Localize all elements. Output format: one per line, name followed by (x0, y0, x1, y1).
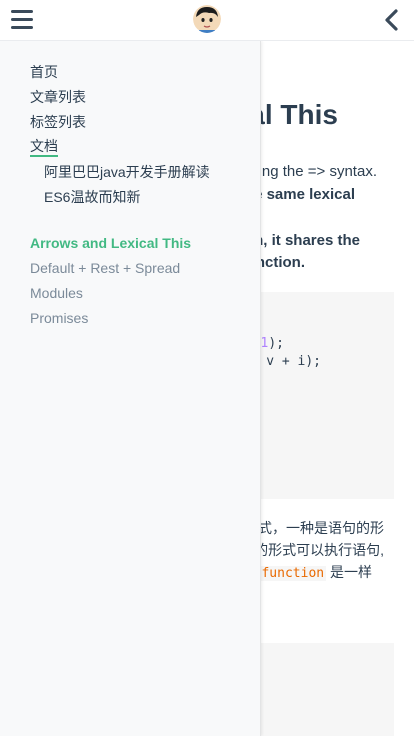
avatar-icon (193, 5, 221, 33)
sidebar-item-articles[interactable]: 文章列表 (30, 87, 210, 112)
paragraph-text-tail: 是一样 (326, 564, 372, 580)
toc-item-arrows[interactable]: Arrows and Lexical This (30, 233, 191, 258)
top-navbar (0, 0, 414, 41)
code-text: ); (268, 336, 284, 351)
hamburger-icon (11, 10, 33, 13)
hamburger-icon (11, 18, 33, 21)
toc-item-default-rest-spread[interactable]: Default + Rest + Spread (30, 258, 191, 283)
sidebar-item-home[interactable]: 首页 (30, 62, 210, 87)
sidebar-subitem-java-manual[interactable]: 阿里巴巴java开发手册解读 (30, 162, 210, 187)
chevron-left-icon (385, 9, 398, 31)
sidebar-item-docs[interactable]: 文档 (30, 137, 58, 157)
sidebar: 首页 文章列表 标签列表 文档 阿里巴巴java开发手册解读 ES6温故而知新 … (0, 41, 261, 736)
hamburger-icon (11, 26, 33, 29)
sidebar-subitem-es6[interactable]: ES6温故而知新 (30, 187, 210, 212)
table-of-contents: Arrows and Lexical This Default + Rest +… (30, 233, 191, 333)
avatar[interactable] (193, 5, 221, 33)
sidebar-item-tags[interactable]: 标签列表 (30, 112, 210, 137)
back-button[interactable] (382, 9, 400, 31)
hamburger-menu-button[interactable] (11, 10, 33, 30)
toc-item-promises[interactable]: Promises (30, 308, 191, 333)
toc-item-modules[interactable]: Modules (30, 283, 191, 308)
sidebar-nav: 首页 文章列表 标签列表 文档 阿里巴巴java开发手册解读 ES6温故而知新 (30, 62, 210, 212)
inline-code: function (259, 566, 327, 581)
